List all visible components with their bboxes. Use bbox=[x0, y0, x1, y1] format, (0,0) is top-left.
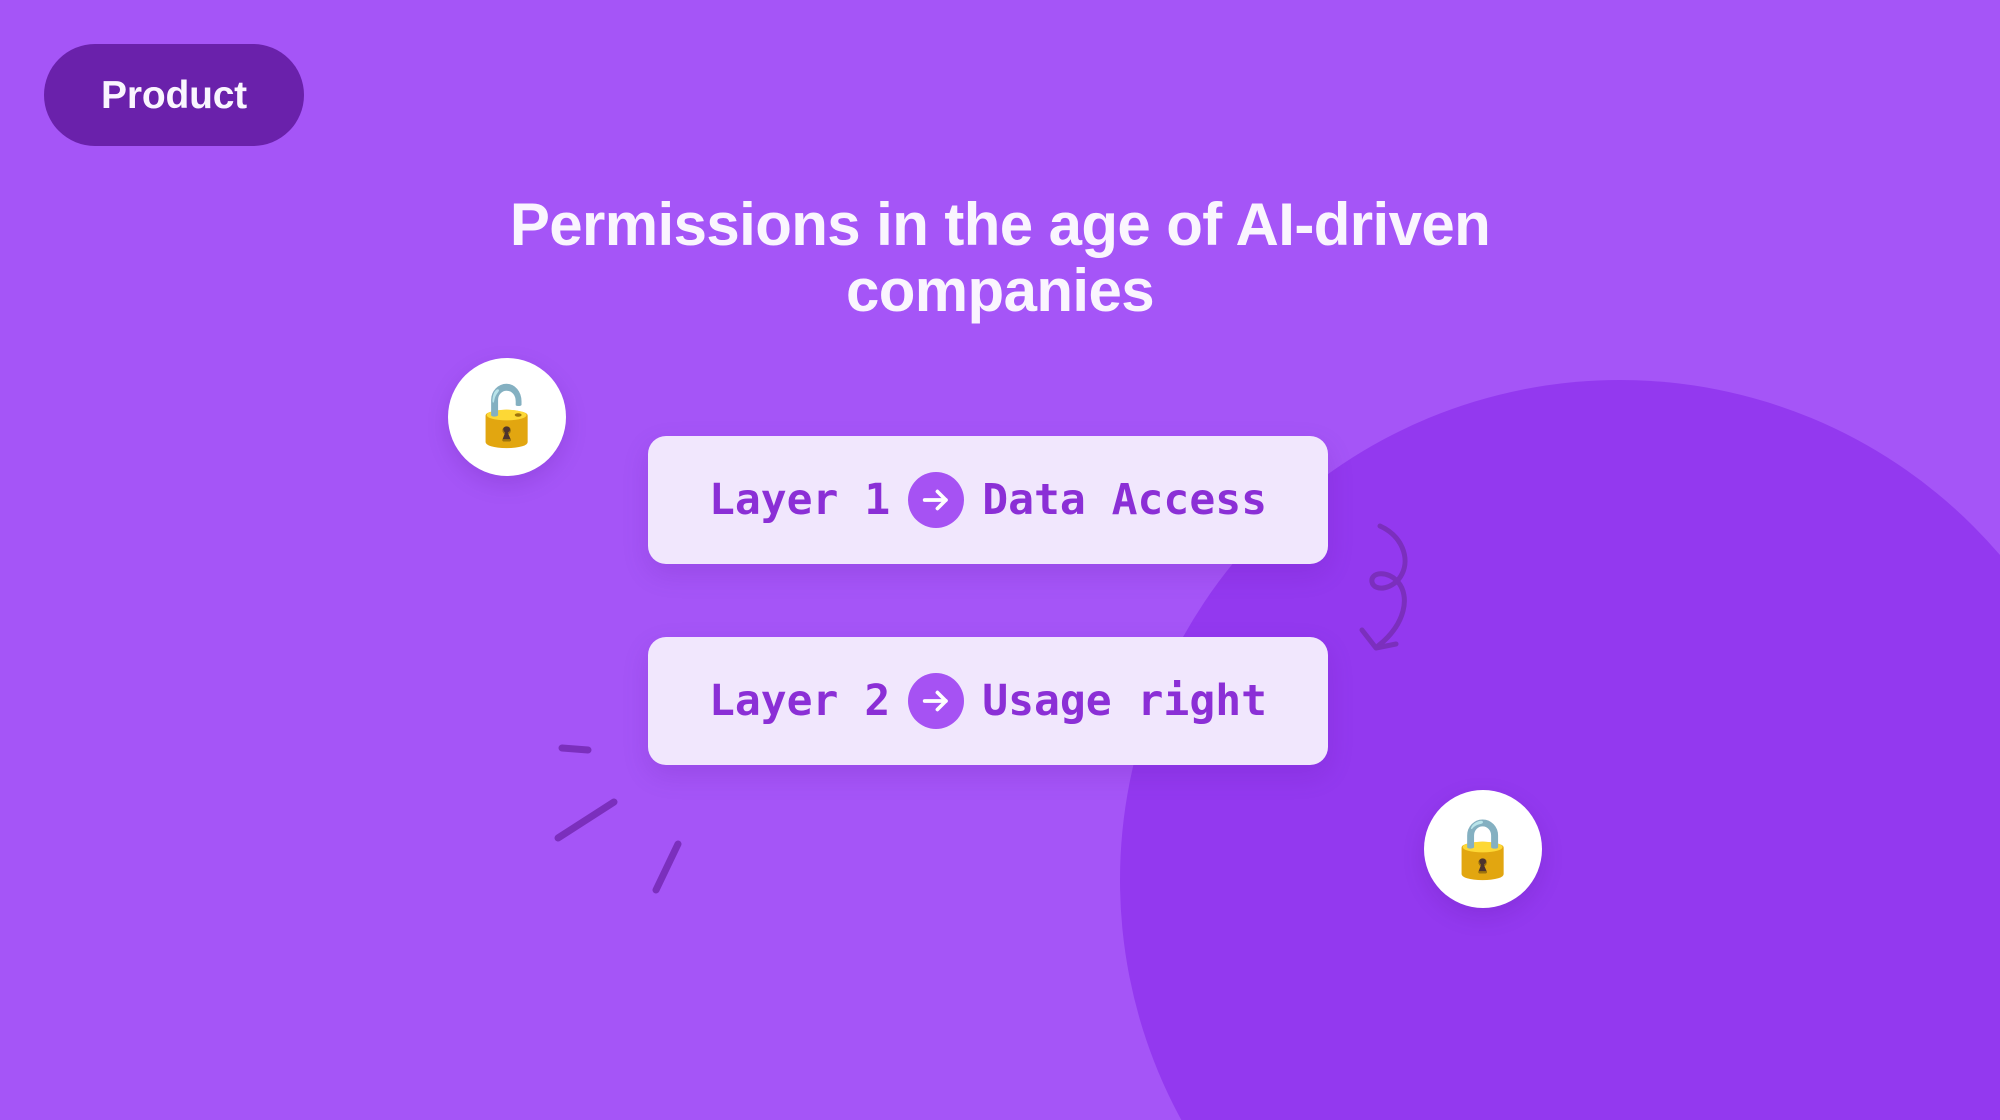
arrow-right-icon bbox=[908, 472, 965, 528]
layer-1-label: Layer 1 bbox=[709, 474, 891, 525]
lock-closed-bubble: 🔒 bbox=[1424, 790, 1542, 908]
page-title: Permissions in the age of AI-driven comp… bbox=[509, 191, 1491, 324]
layer-card-2[interactable]: Layer 2 Usage right bbox=[648, 637, 1328, 765]
layer-2-label: Layer 2 bbox=[709, 675, 891, 726]
slide-canvas: Product Permissions in the age of AI-dri… bbox=[0, 0, 2000, 1120]
layer-1-value: Data Access bbox=[982, 474, 1267, 525]
lock-closed-icon: 🔒 bbox=[1446, 816, 1520, 881]
product-badge-label: Product bbox=[101, 73, 247, 117]
lock-open-icon: 🔓 bbox=[470, 384, 544, 449]
layer-card-1[interactable]: Layer 1 Data Access bbox=[648, 436, 1328, 564]
product-badge[interactable]: Product bbox=[44, 44, 304, 146]
curly-arrow-down-left-icon bbox=[1359, 523, 1408, 651]
lock-open-bubble: 🔓 bbox=[448, 358, 566, 476]
layer-2-value: Usage right bbox=[982, 675, 1267, 726]
arrow-right-icon bbox=[908, 673, 965, 729]
layers-list: Layer 1 Data Access Layer 2 Usage right bbox=[648, 436, 1328, 765]
